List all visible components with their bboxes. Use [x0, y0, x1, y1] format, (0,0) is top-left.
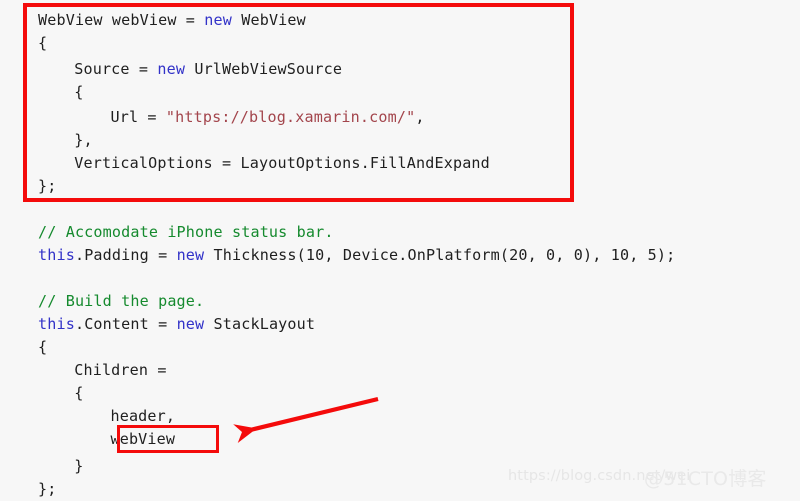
code-line: this.Padding = new Thickness(10, Device.… [38, 244, 675, 267]
code-token-kw: this [38, 315, 75, 333]
code-line: Children = [74, 359, 166, 382]
code-token-plain: }, [74, 131, 93, 149]
code-token-plain: StackLayout [204, 315, 316, 333]
code-token-plain: { [38, 338, 48, 356]
code-line: }; [38, 175, 56, 198]
code-token-plain: .Content = [74, 315, 177, 333]
code-token-kw: new [176, 315, 205, 333]
code-token-plain: , [415, 108, 425, 126]
code-line: Source = new UrlWebViewSource [74, 58, 342, 81]
pointer-arrow-icon [233, 396, 379, 443]
code-token-kw: new [204, 11, 232, 29]
code-line: { [74, 81, 83, 104]
code-token-kw: new [157, 60, 186, 78]
code-screenshot: WebView webView = new WebView { Source = n… [0, 0, 800, 501]
code-line: }, [74, 129, 92, 152]
code-token-str: "https://blog.xamarin.com/" [165, 108, 416, 126]
code-token-plain: Source = [74, 60, 158, 78]
code-token-plain: header, [110, 407, 176, 425]
code-token-plain: }; [38, 480, 57, 498]
code-line: webView [110, 428, 175, 451]
code-line: // Accomodate iPhone status bar. [38, 221, 334, 244]
code-line: WebView webView = new WebView [38, 9, 306, 32]
code-token-plain: { [38, 34, 48, 52]
code-token-plain: UrlWebViewSource [185, 60, 343, 78]
code-line: { [38, 32, 47, 55]
code-token-kw: new [176, 246, 205, 264]
code-line: this.Content = new StackLayout [38, 313, 315, 336]
code-token-plain: webView [110, 430, 176, 448]
code-token-plain: Thickness(10, Device.OnPlatform(20, 0, 0… [204, 246, 676, 264]
code-line: header, [110, 405, 175, 428]
code-line: }; [38, 478, 56, 501]
code-line: // Build the page. [38, 290, 204, 313]
code-token-plain: VerticalOptions = LayoutOptions.FillAndE… [74, 154, 490, 172]
csdn-watermark: https://blog.csdn.net/wei [508, 468, 691, 484]
51cto-watermark: @51CTO博客 [644, 468, 767, 490]
code-line: } [74, 455, 83, 478]
code-token-plain: WebView [232, 11, 306, 29]
code-token-plain: { [74, 83, 84, 101]
code-token-plain: { [74, 384, 84, 402]
code-line: Url = "https://blog.xamarin.com/", [110, 106, 424, 129]
code-token-kw: this [38, 246, 75, 264]
code-token-comment: // Build the page. [38, 292, 205, 310]
code-token-plain: WebView webView = [38, 11, 205, 29]
code-line: VerticalOptions = LayoutOptions.FillAndE… [74, 152, 490, 175]
code-token-plain: Children = [74, 361, 167, 379]
code-token-plain: }; [38, 177, 57, 195]
code-line: { [74, 382, 83, 405]
code-token-comment: // Accomodate iPhone status bar. [38, 223, 334, 241]
code-line: { [38, 336, 47, 359]
code-token-plain: } [74, 457, 84, 475]
code-token-plain: .Padding = [74, 246, 177, 264]
code-token-plain: Url = [110, 108, 166, 126]
